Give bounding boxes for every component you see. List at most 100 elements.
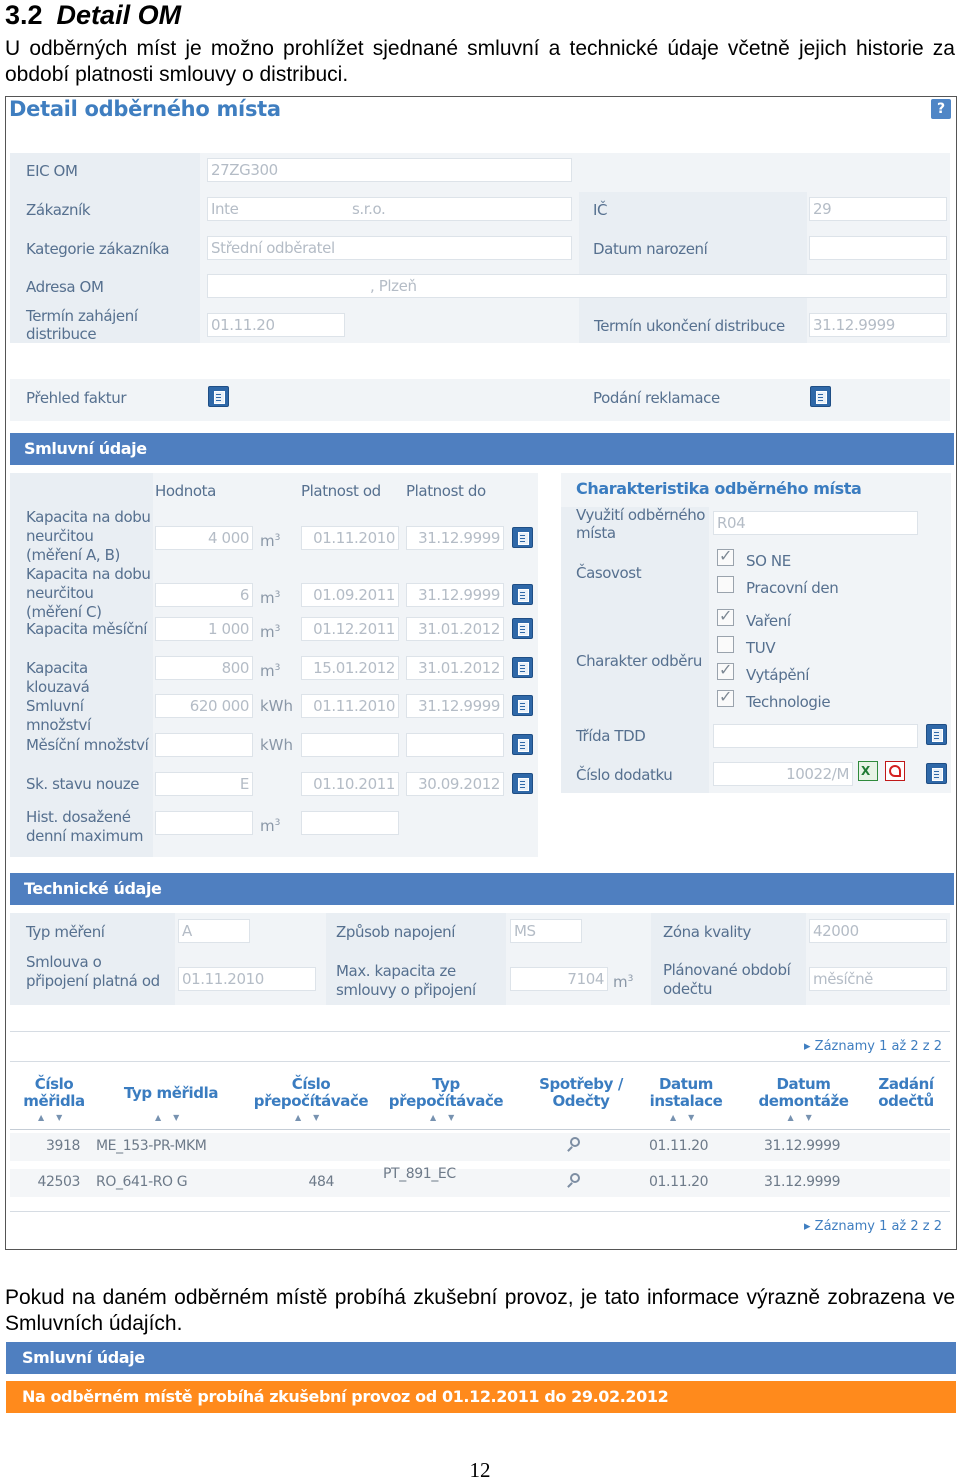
character-option-checkbox[interactable] <box>717 687 734 707</box>
address-field[interactable]: , Plzeň <box>207 274 947 298</box>
unit-text: m <box>260 532 275 550</box>
addendum-field[interactable]: 10022/M <box>713 762 853 786</box>
sort-arrows-icon[interactable]: ▲▼ <box>155 1113 191 1122</box>
contract-from-field[interactable] <box>301 811 399 835</box>
contract-history-icon[interactable] <box>512 527 533 548</box>
sort-arrows-icon[interactable]: ▲▼ <box>430 1113 466 1122</box>
installation-date-cell: 01.11.20 <box>649 1174 709 1190</box>
detail-panel: Detail odběrného místa ? EIC OM 27ZG300 … <box>5 96 957 1250</box>
contract-to-field[interactable]: 30.09.2012 <box>406 772 504 796</box>
contract-section-bar: Smluvní údaje <box>10 433 954 465</box>
meter-column-header[interactable]: Typ měřidla <box>116 1085 226 1102</box>
meter-type-field[interactable]: A <box>178 919 250 943</box>
contract-from-field[interactable] <box>301 733 399 757</box>
meter-column-header[interactable]: Typ přepočítávače <box>386 1076 506 1110</box>
installation-date-cell: 01.11.20 <box>649 1138 709 1154</box>
magnifier-icon[interactable] <box>566 1173 582 1189</box>
sort-arrows-icon[interactable]: ▲▼ <box>670 1113 706 1122</box>
tdd-field[interactable] <box>713 724 918 748</box>
maxcap-field[interactable]: 7104 <box>510 967 608 991</box>
birth-field[interactable] <box>809 236 947 260</box>
contract-history-icon[interactable] <box>512 657 533 678</box>
contract-value-field[interactable]: 1 000 <box>155 617 253 641</box>
quality-field[interactable]: 42000 <box>809 919 947 943</box>
contract-from-field[interactable]: 01.09.2011 <box>301 583 399 607</box>
magnifier-icon[interactable] <box>566 1137 582 1153</box>
contract-to-field[interactable]: 31.12.9999 <box>406 526 504 550</box>
contract-row-label: Kapacita na dobu neurčitou (měření C) <box>26 565 151 621</box>
contract-to-field[interactable]: 31.01.2012 <box>406 656 504 680</box>
character-option-label: Vytápění <box>746 666 810 684</box>
contract-from-field[interactable]: 01.12.2011 <box>301 617 399 641</box>
contract-to-field[interactable]: 31.12.9999 <box>406 583 504 607</box>
contract-to-field[interactable] <box>406 733 504 757</box>
contract-value-field[interactable]: 800 <box>155 656 253 680</box>
contract-history-icon[interactable] <box>512 618 533 639</box>
character-option-checkbox[interactable] <box>717 606 734 626</box>
pdf-icon[interactable] <box>885 761 905 781</box>
period-field[interactable]: měsíčně <box>809 967 947 991</box>
contract-from-field[interactable]: 01.10.2011 <box>301 772 399 796</box>
contract-value-field[interactable]: 4 000 <box>155 526 253 550</box>
start-field[interactable]: 01.11.20 <box>207 313 345 337</box>
character-option-checkbox[interactable] <box>717 636 734 653</box>
contract-value-field[interactable] <box>155 733 253 757</box>
complaint-button-icon[interactable] <box>810 386 831 407</box>
section-title: Detail OM <box>56 0 182 30</box>
meter-column-header[interactable]: Číslo měřidla <box>14 1076 94 1110</box>
sort-arrows-icon[interactable]: ▲▼ <box>295 1113 331 1122</box>
connection-field[interactable]: MS <box>510 919 582 943</box>
invoices-label: Přehled faktur <box>26 389 127 407</box>
ic-field[interactable]: 29 <box>809 197 947 221</box>
eic-field[interactable]: 27ZG300 <box>207 158 572 182</box>
time-option-checkbox[interactable] <box>717 576 734 593</box>
end-field[interactable]: 31.12.9999 <box>809 313 947 337</box>
category-field[interactable]: Střední odběratel <box>207 236 572 260</box>
valid-field[interactable]: 01.11.2010 <box>178 967 316 991</box>
sort-arrows-icon[interactable]: ▲▼ <box>788 1113 824 1122</box>
period-label: Plánované období odečtu <box>663 961 791 998</box>
customer-field[interactable]: Inte s.r.o. <box>207 197 572 221</box>
valid-label: Smlouva o připojení platná od <box>26 953 160 990</box>
contract-value-field[interactable] <box>155 811 253 835</box>
meter-type-label: Typ měření <box>26 923 105 941</box>
help-icon[interactable]: ? <box>931 99 951 119</box>
meter-column-header[interactable]: Zadání odečtů <box>866 1076 946 1110</box>
meter-column-header[interactable]: Číslo přepočítávače <box>251 1076 371 1110</box>
contract-history-icon[interactable] <box>512 773 533 794</box>
excel-icon[interactable]: X <box>858 761 878 781</box>
contract-value-field[interactable]: E <box>155 772 253 796</box>
contract-unit: kWh <box>260 733 293 757</box>
customer-label: Zákazník <box>26 201 91 219</box>
meter-column-header[interactable]: Spotřeby / Odečty <box>521 1076 641 1110</box>
meter-column-header[interactable]: Datum instalace <box>646 1076 726 1110</box>
section-number: 3.2 <box>5 0 43 30</box>
unit-exponent: 3 <box>274 818 281 828</box>
contract-from-field[interactable]: 01.11.2010 <box>301 526 399 550</box>
contract-row-label: Sk. stavu nouze <box>26 775 140 793</box>
contract-to-field[interactable]: 31.01.2012 <box>406 617 504 641</box>
contract-to-field[interactable]: 31.12.9999 <box>406 694 504 718</box>
contract-value-field[interactable]: 6 <box>155 583 253 607</box>
end-label: Termín ukončení distribuce <box>594 317 785 335</box>
usage-field[interactable]: R04 <box>713 511 918 535</box>
time-option-checkbox[interactable] <box>717 546 734 566</box>
pager-top[interactable]: ▸ Záznamy 1 až 2 z 2 <box>804 1039 942 1054</box>
contract-history-icon[interactable] <box>512 584 533 605</box>
contract-from-field[interactable]: 15.01.2012 <box>301 656 399 680</box>
contract-value-field[interactable]: 620 000 <box>155 694 253 718</box>
tdd-label: Třída TDD <box>576 727 646 745</box>
sort-arrows-icon[interactable]: ▲▼ <box>38 1113 74 1122</box>
character-option-checkbox[interactable] <box>717 660 734 680</box>
invoices-button-icon[interactable] <box>208 386 229 407</box>
contract-from-field[interactable]: 01.11.2010 <box>301 694 399 718</box>
meter-column-header[interactable]: Datum demontáže <box>756 1076 851 1110</box>
addendum-button-icon[interactable] <box>926 763 947 784</box>
meter-number-cell: 42503 <box>37 1174 80 1190</box>
contract-history-icon[interactable] <box>512 734 533 755</box>
contract-history-icon[interactable] <box>512 695 533 716</box>
pager-bottom[interactable]: ▸ Záznamy 1 až 2 z 2 <box>804 1219 942 1234</box>
birth-label: Datum narození <box>593 240 708 258</box>
contract-unit: m3 <box>260 656 280 683</box>
tdd-button-icon[interactable] <box>926 724 947 745</box>
